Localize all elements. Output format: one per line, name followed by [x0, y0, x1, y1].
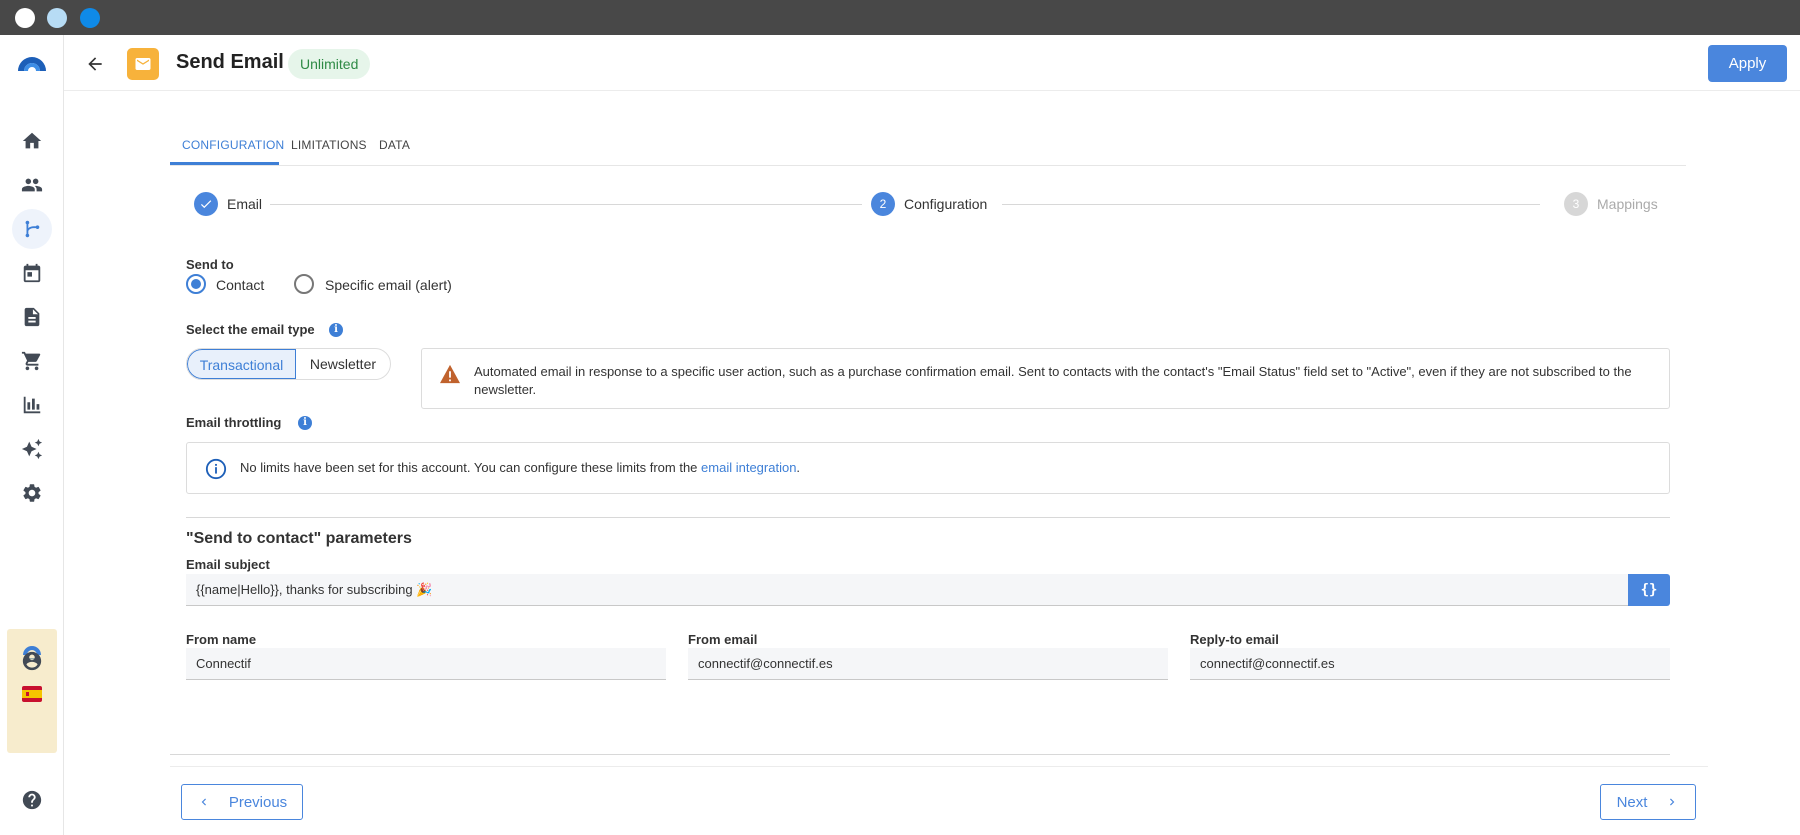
step-3-pending[interactable]: 3 [1564, 192, 1588, 216]
send-email-node-icon [127, 48, 159, 80]
sidebar-item-help[interactable] [12, 780, 52, 820]
window-close-button[interactable] [15, 8, 35, 28]
previous-label: Previous [228, 793, 288, 811]
window-titlebar [0, 0, 1800, 35]
radio-contact[interactable] [186, 274, 206, 294]
chevron-left-icon [201, 798, 206, 806]
apply-button[interactable]: Apply [1708, 45, 1787, 82]
tab-data[interactable]: DATA [379, 138, 410, 152]
email-subject-label: Email subject [186, 557, 270, 572]
send-to-label: Send to [186, 257, 234, 272]
footer-divider-2 [170, 766, 1708, 767]
parameters-title: "Send to contact" parameters [186, 530, 412, 547]
info-circle-icon [205, 458, 227, 480]
page-header: Send Email Unlimited Apply [64, 35, 1800, 91]
window-maximize-button[interactable] [80, 8, 100, 28]
step-3-label: Mappings [1597, 196, 1658, 212]
footer-divider [170, 754, 1670, 755]
cart-icon [21, 351, 41, 371]
reply-to-label: Reply-to email [1190, 632, 1279, 647]
sidebar-item-reports[interactable] [12, 385, 52, 425]
divider [186, 517, 1670, 518]
sidebar-item-workflows[interactable] [12, 209, 52, 249]
window-minimize-button[interactable] [47, 8, 67, 28]
from-email-label: From email [688, 632, 758, 647]
email-integration-link[interactable]: email integration [701, 460, 796, 475]
home-icon [22, 132, 42, 149]
tab-configuration[interactable]: CONFIGURATION [182, 138, 284, 152]
sidebar-item-ai[interactable] [12, 429, 52, 469]
users-icon [21, 178, 43, 192]
help-icon [22, 790, 42, 810]
reply-to-input[interactable]: connectif@connectif.es [1190, 648, 1670, 680]
tab-limitations[interactable]: LIMITATIONS [291, 138, 367, 152]
from-name-label: From name [186, 632, 257, 647]
spain-flag-icon[interactable] [21, 683, 43, 705]
sidebar-item-content[interactable] [12, 297, 52, 337]
step-2-label: Configuration [904, 196, 988, 212]
stepper: Email 2 Configuration 3 Mappings [194, 192, 1658, 218]
toggle-transactional[interactable]: Transactional [187, 349, 296, 379]
account-icon [22, 651, 42, 671]
next-button[interactable]: Next [1600, 784, 1696, 820]
sidebar-item-store[interactable] [12, 341, 52, 381]
radio-specific-email[interactable] [294, 274, 314, 294]
email-type-label: Select the email type [186, 322, 315, 337]
toggle-newsletter[interactable]: Newsletter [296, 349, 390, 379]
info-icon[interactable]: i [298, 416, 312, 430]
settings-icon [23, 484, 41, 502]
throttling-info-text: No limits have been set for this account… [240, 460, 800, 475]
from-email-input[interactable]: connectif@connectif.es [688, 648, 1168, 680]
sidebar [0, 35, 64, 835]
next-label: Next [1616, 793, 1648, 811]
insert-variable-button[interactable]: {} [1628, 574, 1670, 606]
arrow-left-icon [88, 57, 102, 71]
document-icon [24, 307, 40, 327]
warning-icon [440, 364, 460, 384]
check-icon [200, 200, 212, 209]
info-icon[interactable]: i [329, 323, 343, 337]
step-1-done[interactable] [194, 192, 218, 216]
sidebar-item-home[interactable] [12, 121, 52, 161]
sparkle-icon [21, 438, 43, 460]
status-badge: Unlimited [288, 49, 371, 79]
step-2-active[interactable]: 2 [871, 192, 895, 216]
sidebar-item-calendar[interactable] [12, 253, 52, 293]
chevron-right-icon [1670, 798, 1675, 806]
envelope-icon [135, 58, 151, 70]
info-text-suffix: . [796, 460, 801, 475]
page-title: Send Email [176, 51, 284, 73]
step-connector [1002, 204, 1540, 205]
previous-button[interactable]: Previous [181, 784, 303, 820]
email-subject-input[interactable]: {{name|Hello}}, thanks for subscribing 🎉 [186, 574, 1628, 606]
sidebar-item-settings[interactable] [12, 473, 52, 513]
connectif-logo-icon[interactable] [16, 53, 48, 73]
radio-specific-email-label[interactable]: Specific email (alert) [325, 277, 452, 293]
throttling-label: Email throttling [186, 415, 282, 430]
workflow-icon [25, 220, 40, 238]
sidebar-item-profile[interactable] [12, 641, 52, 681]
active-tab-indicator [170, 162, 279, 165]
calendar-icon [23, 263, 41, 283]
chart-icon [23, 396, 41, 414]
warning-text: Automated email in response to a specifi… [474, 364, 1632, 397]
email-type-toggle: Transactional Newsletter [186, 348, 391, 380]
radio-contact-label[interactable]: Contact [216, 277, 264, 293]
email-type-warning: Automated email in response to a specifi… [421, 348, 1670, 409]
back-button[interactable] [82, 51, 108, 77]
step-1-label: Email [227, 196, 263, 212]
step-connector [270, 204, 862, 205]
from-name-input[interactable]: Connectif [186, 648, 666, 680]
sidebar-item-contacts[interactable] [12, 165, 52, 205]
throttling-info: No limits have been set for this account… [186, 442, 1670, 494]
tab-bar: CONFIGURATION LIMITATIONS DATA [170, 128, 1686, 166]
info-text-prefix: No limits have been set for this account… [240, 460, 702, 475]
